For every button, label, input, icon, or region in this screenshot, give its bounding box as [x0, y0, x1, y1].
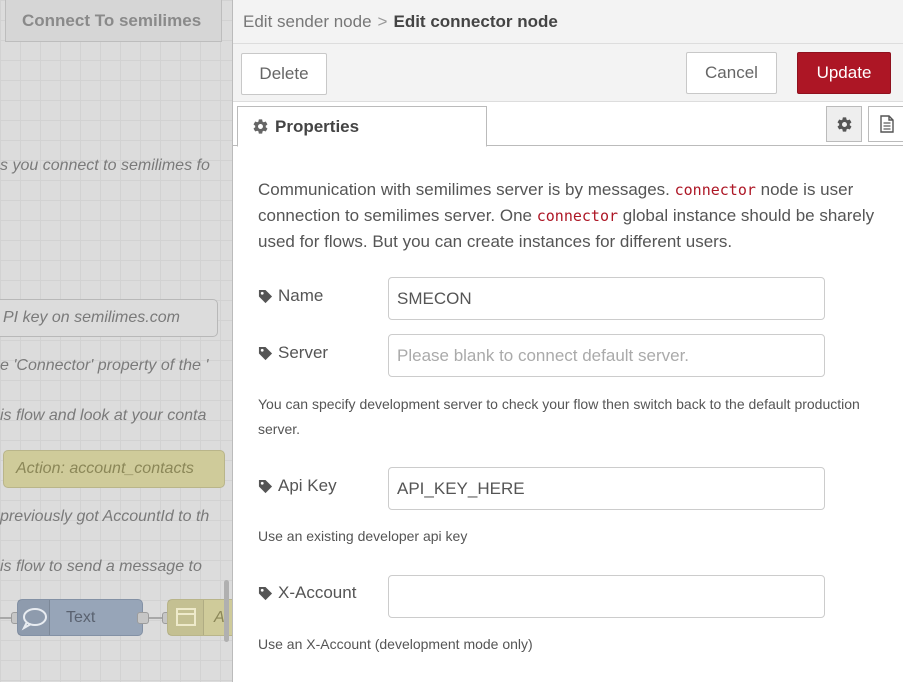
file-text-icon	[879, 115, 894, 133]
canvas-scrollbar[interactable]	[224, 580, 229, 642]
canvas-comment-node[interactable]: is flow and look at your conta	[0, 407, 206, 425]
output-port[interactable]	[137, 612, 149, 624]
tray-tabs: Properties	[233, 102, 903, 147]
gear-icon	[253, 119, 268, 134]
server-label-text: Server	[278, 343, 329, 362]
canvas-comment-box[interactable]: PI key on semilimes.com	[0, 299, 218, 337]
canvas-comment-node[interactable]: previously got AccountId to th	[0, 508, 209, 526]
chat-bubble-icon	[18, 600, 50, 635]
server-input[interactable]	[388, 334, 825, 377]
window-icon	[168, 600, 204, 635]
tray-breadcrumb: Edit sender node > Edit connector node	[233, 0, 903, 44]
tab-properties-label: Properties	[275, 116, 360, 136]
text-node[interactable]: Text	[17, 599, 143, 636]
apikey-help-text: Use an existing developer api key	[258, 528, 468, 544]
server-label: Server	[258, 343, 328, 363]
name-label-text: Name	[278, 286, 324, 305]
canvas-comment-node[interactable]: e 'Connector' property of the '	[0, 357, 208, 375]
canvas-comment-node[interactable]: s you connect to semilimes fo	[0, 157, 210, 175]
node-description: Communication with semilimes server is b…	[258, 177, 883, 254]
xaccount-label-text: X-Account	[278, 583, 357, 602]
flow-canvas[interactable]: Connect To semilimes s you connect to se…	[0, 0, 232, 682]
tag-icon	[258, 479, 273, 493]
breadcrumb-parent-link[interactable]: Edit sender node	[243, 12, 372, 32]
apikey-label-text: Api Key	[278, 476, 337, 495]
inline-code: connector	[536, 207, 619, 225]
settings-tab-button[interactable]	[826, 106, 862, 142]
canvas-grid	[0, 0, 232, 682]
xaccount-help-text: Use an X-Account (development mode only)	[258, 636, 533, 652]
breadcrumb-separator: >	[377, 11, 388, 31]
tray-toolbar: Delete Cancel Update	[233, 44, 903, 102]
tag-icon	[258, 586, 273, 600]
cancel-button[interactable]: Cancel	[686, 52, 777, 94]
page-title: Edit connector node	[393, 11, 558, 31]
workspace-tab[interactable]: Connect To semilimes	[5, 0, 222, 42]
action-node[interactable]: Action: account_contacts	[3, 450, 225, 488]
canvas-comment-node[interactable]: is flow to send a message to	[0, 558, 202, 576]
action-node-partial[interactable]: A	[167, 599, 232, 636]
name-input[interactable]	[388, 277, 825, 320]
apikey-input[interactable]	[388, 467, 825, 510]
tag-icon	[258, 289, 273, 303]
tab-properties[interactable]: Properties	[237, 106, 487, 147]
tag-icon	[258, 346, 273, 360]
properties-form: Communication with semilimes server is b…	[233, 147, 903, 682]
text-node-label: Text	[66, 609, 96, 626]
edit-tray: Edit sender node > Edit connector node D…	[232, 0, 903, 682]
xaccount-label: X-Account	[258, 583, 356, 603]
xaccount-input[interactable]	[388, 575, 825, 618]
apikey-label: Api Key	[258, 476, 337, 496]
update-button[interactable]: Update	[797, 52, 891, 94]
server-help-text: You can specify development server to ch…	[258, 396, 860, 437]
gear-icon	[837, 116, 851, 132]
delete-button[interactable]: Delete	[241, 53, 327, 95]
inline-code: connector	[674, 181, 756, 199]
name-label: Name	[258, 286, 323, 306]
description-tab-button[interactable]	[868, 106, 903, 142]
intro-text: Communication with semilimes server is b…	[258, 180, 675, 199]
